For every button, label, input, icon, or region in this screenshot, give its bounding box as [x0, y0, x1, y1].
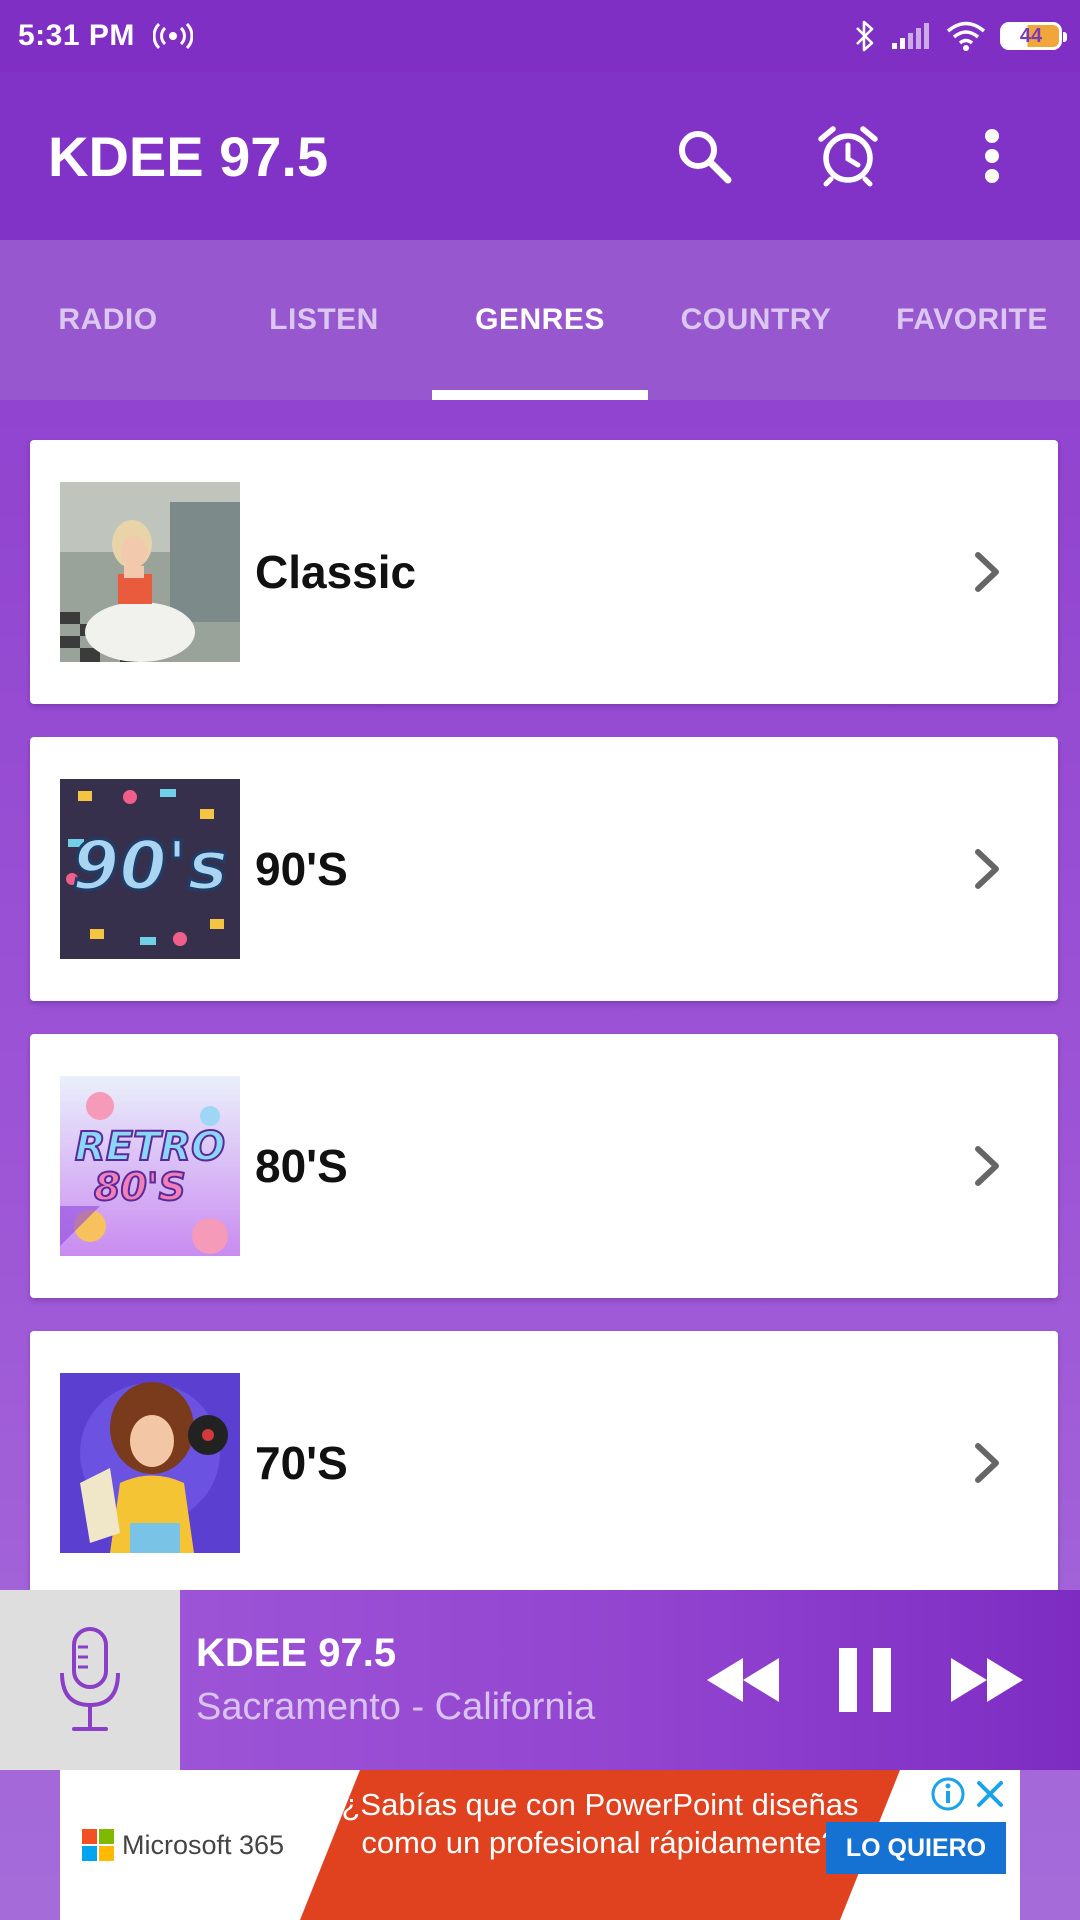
- battery-icon: 44: [1000, 22, 1067, 50]
- tab-listen[interactable]: LISTEN: [216, 240, 432, 400]
- genre-item-70s[interactable]: 70'S: [30, 1331, 1058, 1595]
- genre-thumbnail: [60, 1373, 240, 1553]
- player-artwork: [0, 1590, 180, 1770]
- svg-text:RETRO: RETRO: [75, 1124, 225, 1170]
- microphone-icon: [60, 1627, 120, 1731]
- battery-level: 44: [1019, 24, 1043, 47]
- search-icon: [679, 131, 732, 184]
- rewind-icon: [707, 1658, 779, 1702]
- app-bar: KDEE 97.5: [0, 72, 1080, 240]
- bluetooth-icon: [856, 20, 874, 52]
- ad-cta-button[interactable]: LO QUIERO: [826, 1822, 1006, 1874]
- tab-favorite[interactable]: FAVORITE: [864, 240, 1080, 400]
- svg-text:90's: 90's: [72, 827, 228, 906]
- chevron-right-icon: [975, 1443, 999, 1483]
- ad-brand: Microsoft 365: [122, 1829, 285, 1860]
- rewind-button[interactable]: [698, 1640, 788, 1720]
- fast-forward-button[interactable]: [942, 1640, 1032, 1720]
- ad-headline: ¿Sabías que con PowerPoint diseñas como …: [341, 1787, 859, 1860]
- info-icon[interactable]: [930, 1776, 966, 1812]
- genre-item-classic[interactable]: Classic: [30, 440, 1058, 704]
- chevron-right-icon: [975, 552, 999, 592]
- status-bar: 5:31 PM 44: [0, 0, 1080, 72]
- alarm-icon: [818, 126, 878, 187]
- genre-label: 90'S: [255, 843, 348, 895]
- player-station-title: KDEE 97.5: [196, 1631, 397, 1675]
- fast-forward-icon: [951, 1658, 1023, 1702]
- pause-button[interactable]: [820, 1640, 910, 1720]
- tab-country[interactable]: COUNTRY: [648, 240, 864, 400]
- genre-list: Classic 90's 90'S RETRO 80'S 80'S 70'S: [30, 440, 1058, 1628]
- genre-thumbnail: RETRO 80'S: [60, 1076, 240, 1256]
- tab-radio[interactable]: RADIO: [0, 240, 216, 400]
- genre-label: Classic: [255, 546, 417, 598]
- mini-player[interactable]: KDEE 97.5 Sacramento - California: [0, 1590, 1080, 1770]
- status-time: 5:31 PM: [18, 19, 135, 52]
- pause-icon: [839, 1648, 891, 1712]
- svg-text:80'S: 80'S: [94, 1165, 186, 1209]
- microsoft-logo-icon: [82, 1829, 114, 1861]
- genre-label: 80'S: [255, 1140, 348, 1192]
- genre-item-90s[interactable]: 90's 90'S: [30, 737, 1058, 1001]
- more-options-button[interactable]: [952, 116, 1032, 196]
- alarm-button[interactable]: [808, 116, 888, 196]
- search-button[interactable]: [664, 116, 744, 196]
- tab-genres[interactable]: GENRES: [432, 240, 648, 400]
- close-icon[interactable]: [974, 1778, 1006, 1810]
- chevron-right-icon: [975, 849, 999, 889]
- chevron-right-icon: [975, 1146, 999, 1186]
- tab-bar: RADIO LISTEN GENRES COUNTRY FAVORITE: [0, 240, 1080, 400]
- app-title: KDEE 97.5: [48, 124, 329, 188]
- genre-label: 70'S: [255, 1437, 348, 1489]
- signal-icon: [892, 23, 929, 49]
- wifi-icon: [946, 21, 986, 51]
- genre-thumbnail: 90's: [60, 779, 240, 959]
- player-station-location: Sacramento - California: [196, 1686, 596, 1728]
- hotspot-icon: [152, 22, 193, 50]
- genre-item-80s[interactable]: RETRO 80'S 80'S: [30, 1034, 1058, 1298]
- ad-banner[interactable]: Microsoft 365 ¿Sabías que con PowerPoint…: [60, 1770, 1020, 1920]
- genre-thumbnail: [60, 482, 240, 662]
- more-vert-icon: [985, 129, 999, 183]
